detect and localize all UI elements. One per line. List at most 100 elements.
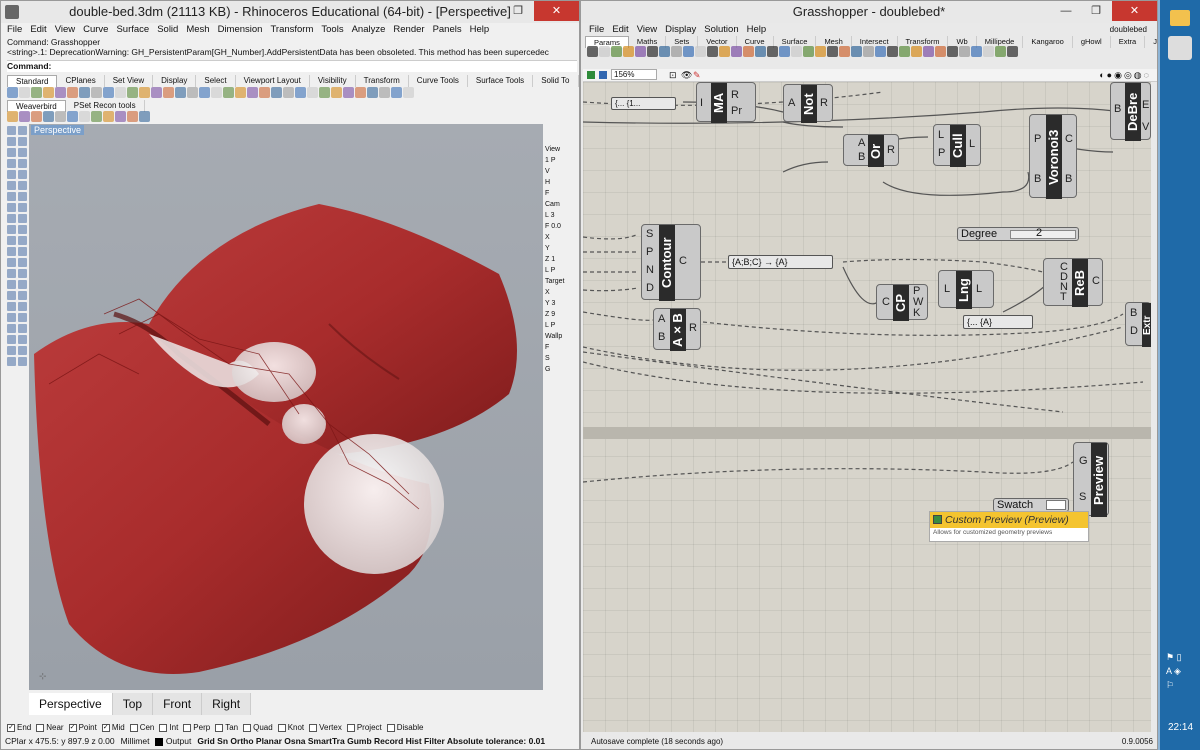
left-tool-icon[interactable] [7, 335, 16, 344]
voronoi-input-b[interactable]: B [1034, 173, 1041, 185]
panel-path-mapper-3[interactable]: {... {A} [963, 315, 1033, 329]
toolbar-tool-icon[interactable] [283, 87, 294, 98]
osnap-checkbox[interactable] [277, 723, 286, 732]
swatch-color[interactable] [1046, 500, 1066, 510]
left-tool-icon[interactable] [18, 335, 27, 344]
toolbar-tool-icon[interactable] [247, 87, 258, 98]
gh-menu-view[interactable]: View [637, 24, 657, 35]
left-tool-icon[interactable] [7, 159, 16, 168]
toolbar-tool-icon[interactable] [379, 87, 390, 98]
left-tool-icon[interactable] [18, 247, 27, 256]
viewport-tab-top[interactable]: Top [112, 693, 154, 715]
voronoi-output-b[interactable]: B [1065, 173, 1072, 185]
gh-ribbon-icon[interactable] [623, 46, 634, 57]
gh-ribbon-icon[interactable] [647, 46, 658, 57]
weaverbird-tool-icon[interactable] [115, 111, 126, 122]
gh-menu-help[interactable]: Help [747, 24, 767, 35]
zoom-level[interactable]: 156% [611, 69, 657, 80]
weaverbird-tool-icon[interactable] [67, 111, 78, 122]
gh-ribbon-icon[interactable] [899, 46, 910, 57]
gh-ribbon-icon[interactable] [743, 46, 754, 57]
osnap-mid[interactable]: ✓ Mid [101, 723, 125, 732]
units-readout[interactable]: Millimet [121, 736, 150, 746]
debrep-output-v[interactable]: V [1142, 121, 1149, 133]
preview-input-s[interactable]: S [1079, 491, 1086, 503]
panel-path-mapper-2[interactable]: {A;B;C} → {A} [728, 255, 833, 269]
menu-view[interactable]: View [55, 24, 75, 35]
left-tool-icon[interactable] [18, 313, 27, 322]
component-ma[interactable]: MA I R Pr [696, 82, 756, 123]
toolbar-tool-icon[interactable] [391, 87, 402, 98]
left-tool-icon[interactable] [18, 258, 27, 267]
gh-menu-solution[interactable]: Solution [704, 24, 738, 35]
or-output-r[interactable]: R [887, 144, 895, 156]
osnap-near[interactable]: Near [36, 723, 64, 732]
toolbar-tool-icon[interactable] [43, 87, 54, 98]
contour-input-s[interactable]: S [646, 228, 653, 240]
lng-input-l[interactable]: L [944, 283, 950, 295]
not-input-a[interactable]: A [788, 97, 795, 109]
gh-ribbon-icon[interactable] [959, 46, 970, 57]
osnap-checkbox[interactable] [129, 723, 138, 732]
tab-surface-tools[interactable]: Surface Tools [468, 75, 534, 87]
osnap-int[interactable]: Int [159, 723, 178, 732]
toolbar-tool-icon[interactable] [319, 87, 330, 98]
panel-path-mapper-1[interactable]: {... {1... [611, 97, 676, 110]
component-not[interactable]: Not A R [783, 84, 833, 123]
tab-set-view[interactable]: Set View [105, 75, 154, 87]
left-tool-icon[interactable] [18, 203, 27, 212]
weaverbird-tool-icon[interactable] [7, 111, 18, 122]
rhino-icon[interactable] [1168, 36, 1192, 60]
toolbar-tool-icon[interactable] [7, 87, 18, 98]
left-tool-icon[interactable] [7, 269, 16, 278]
component-cp[interactable]: C CP P W K [876, 284, 928, 321]
toolbar-tool-icon[interactable] [259, 87, 270, 98]
toolbar-tool-icon[interactable] [139, 87, 150, 98]
weaverbird-tool-icon[interactable] [55, 111, 66, 122]
left-tool-icon[interactable] [18, 148, 27, 157]
save-as-icon[interactable] [599, 71, 607, 79]
menu-help[interactable]: Help [470, 24, 490, 35]
toolbar-tool-icon[interactable] [307, 87, 318, 98]
contour-input-p[interactable]: P [646, 246, 653, 258]
ma-input-i[interactable]: I [700, 97, 703, 109]
clock[interactable]: 22:14 [1168, 722, 1193, 733]
component-preview[interactable]: G S Preview [1073, 442, 1109, 517]
preview-toggle-icon[interactable]: 👁 [681, 70, 692, 81]
voronoi-output-c[interactable]: C [1065, 133, 1073, 145]
toolbar-tool-icon[interactable] [367, 87, 378, 98]
left-tool-icon[interactable] [7, 192, 16, 201]
gh-ribbon-icon[interactable] [719, 46, 730, 57]
gh-ribbon-icon[interactable] [911, 46, 922, 57]
toolbar-tool-icon[interactable] [127, 87, 138, 98]
toolbar-tool-icon[interactable] [331, 87, 342, 98]
toolbar-tool-icon[interactable] [403, 87, 414, 98]
gh-ribbon-icon[interactable] [875, 46, 886, 57]
voronoi-input-p[interactable]: P [1034, 133, 1041, 145]
toolbar-tool-icon[interactable] [271, 87, 282, 98]
rhino-app-icon[interactable] [5, 5, 19, 19]
left-tool-icon[interactable] [18, 280, 27, 289]
gh-close-button[interactable]: ✕ [1112, 1, 1157, 21]
gh-ribbon-icon[interactable] [839, 46, 850, 57]
menu-tools[interactable]: Tools [321, 24, 343, 35]
component-contour[interactable]: S P N D Contour C [641, 224, 701, 301]
toolbar-tool-icon[interactable] [151, 87, 162, 98]
left-tool-icon[interactable] [7, 203, 16, 212]
toolbar-tool-icon[interactable] [79, 87, 90, 98]
left-tool-icon[interactable] [7, 126, 16, 135]
or-input-b[interactable]: B [858, 151, 865, 163]
menu-solid[interactable]: Solid [157, 24, 178, 35]
osnap-quad[interactable]: Quad [243, 723, 273, 732]
extr-input-b[interactable]: B [1130, 307, 1137, 319]
toolbar-tool-icon[interactable] [355, 87, 366, 98]
layer-readout[interactable]: Output [155, 736, 191, 746]
gh-ribbon-icon[interactable] [815, 46, 826, 57]
toolbar-tool-icon[interactable] [115, 87, 126, 98]
component-cull[interactable]: Cull L P L [933, 124, 981, 167]
osnap-point[interactable]: ✓ Point [68, 723, 97, 732]
menu-curve[interactable]: Curve [83, 24, 108, 35]
left-tool-icon[interactable] [7, 302, 16, 311]
osnap-checkbox[interactable] [215, 723, 224, 732]
command-prompt[interactable]: Command: [7, 60, 577, 72]
